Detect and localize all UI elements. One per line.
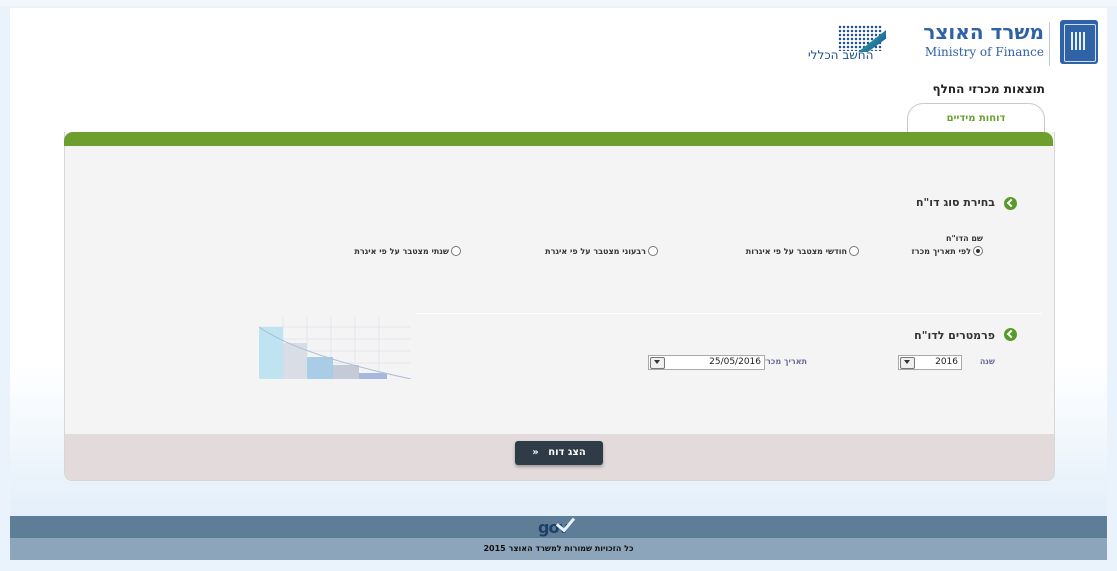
radio-label: חודשי מצטבר על פי איגרות (745, 246, 847, 256)
tab-immediate-reports[interactable]: דוחות מידיים (907, 103, 1045, 134)
radio-monthly-cumulative[interactable]: חודשי מצטבר על פי איגרות (746, 246, 859, 256)
radio-by-auction-date[interactable]: לפי תאריך מכרז (912, 246, 983, 256)
page-title: תוצאות מכרזי החלף (932, 82, 1045, 96)
radio-button-selected-icon[interactable] (973, 246, 983, 256)
show-report-button[interactable]: הצג דוח « (515, 441, 603, 465)
top-strip (0, 0, 1117, 6)
accountant-general-label: החשב הכללי (808, 48, 874, 62)
chevron-down-icon[interactable] (900, 357, 915, 369)
radio-quarterly-cumulative[interactable]: רבעוני מצטבר על פי איגרת (545, 246, 658, 256)
radio-label: שנתי מצטבר על פי איגרת (354, 246, 449, 256)
ministry-name-hebrew: משרד האוצר (923, 20, 1044, 44)
radio-label: לפי תאריך מכרז (911, 246, 971, 256)
menorah-emblem-icon (1060, 20, 1098, 64)
radio-button-icon[interactable] (648, 246, 658, 256)
panel-header-bar (64, 132, 1053, 146)
parameters-section-title: פרמטרים לדו"ח (914, 329, 995, 342)
double-chevron-left-icon: « (532, 447, 539, 458)
radio-label: רבעוני מצטבר על פי איגרת (545, 246, 646, 256)
radio-yearly-cumulative[interactable]: שנתי מצטבר על פי איגרת (354, 246, 461, 256)
report-name-label: שם הדו"ח (945, 234, 983, 243)
year-value: 2016 (935, 357, 958, 367)
radio-button-icon[interactable] (451, 246, 461, 256)
report-type-section-title: בחירת סוג דו"ח (916, 196, 995, 209)
logo-divider (1049, 22, 1050, 66)
auction-date-label: תאריך מכרז (762, 357, 807, 366)
year-label: שנה (979, 357, 995, 366)
copyright-text: כל הזכויות שמורות למשרד האוצר 2015 (483, 544, 634, 553)
auction-date-select[interactable]: 25/05/2016 (648, 355, 765, 370)
section-arrow-icon (1004, 197, 1017, 210)
radio-button-icon[interactable] (849, 246, 859, 256)
decorative-chart-graphic (259, 317, 411, 379)
chevron-down-icon[interactable] (650, 357, 665, 369)
year-select[interactable]: 2016 (898, 355, 962, 370)
auction-date-value: 25/05/2016 (709, 357, 761, 367)
tab-label: דוחות מידיים (946, 113, 1006, 124)
section-divider (415, 313, 1042, 314)
section-arrow-icon (1004, 328, 1017, 341)
show-report-label: הצג דוח (548, 447, 586, 458)
ministry-name-english: Ministry of Finance (924, 45, 1044, 59)
main-panel: בחירת סוג דו"ח שם הדו"ח לפי תאריך מכרז ח… (64, 132, 1055, 481)
